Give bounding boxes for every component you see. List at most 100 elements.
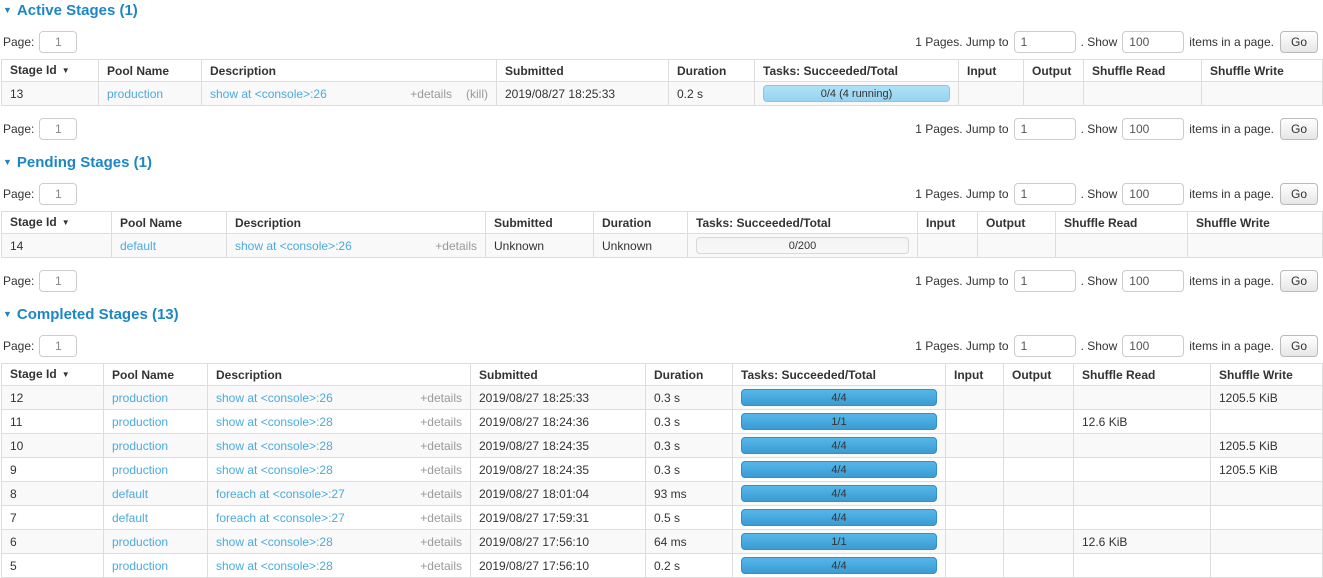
details-toggle-link[interactable]: +details — [420, 463, 462, 477]
column-header-output[interactable]: Output — [1024, 60, 1084, 82]
stage-row: 11productionshow at <console>:28+details… — [2, 410, 1323, 434]
page-number-input[interactable] — [39, 270, 77, 292]
pool-name-link[interactable]: production — [112, 439, 168, 453]
stage-row: 9productionshow at <console>:28+details2… — [2, 458, 1323, 482]
page-number-input[interactable] — [39, 335, 77, 357]
duration-cell: 0.3 s — [646, 410, 733, 434]
stage-description-link[interactable]: show at <console>:28 — [216, 535, 333, 549]
column-header-submitted[interactable]: Submitted — [486, 212, 594, 234]
pool-name-link[interactable]: production — [112, 559, 168, 573]
page-number-input[interactable] — [39, 183, 77, 205]
pool-name-link[interactable]: production — [112, 463, 168, 477]
column-header-shuffle-write[interactable]: Shuffle Write — [1188, 212, 1323, 234]
pending-stages-table: Stage Id▼Pool NameDescriptionSubmittedDu… — [1, 211, 1323, 258]
details-toggle-link[interactable]: +details — [420, 559, 462, 573]
column-header-input[interactable]: Input — [918, 212, 978, 234]
show-items-input[interactable] — [1122, 335, 1184, 357]
jump-to-input[interactable] — [1014, 335, 1076, 357]
jump-to-input[interactable] — [1014, 183, 1076, 205]
column-header-shuffle-read[interactable]: Shuffle Read — [1056, 212, 1188, 234]
column-header-duration[interactable]: Duration — [594, 212, 688, 234]
go-button[interactable]: Go — [1280, 270, 1318, 292]
kill-stage-link[interactable]: (kill) — [466, 87, 488, 101]
column-header-pool-name[interactable]: Pool Name — [112, 212, 227, 234]
column-header-shuffle-write[interactable]: Shuffle Write — [1202, 60, 1323, 82]
submitted-cell: 2019/08/27 17:59:31 — [471, 506, 646, 530]
pool-name-link[interactable]: production — [107, 87, 163, 101]
input-cell — [946, 434, 1004, 458]
column-header-stage-id[interactable]: Stage Id▼ — [2, 60, 99, 82]
details-toggle-link[interactable]: +details — [435, 239, 477, 253]
go-button[interactable]: Go — [1280, 118, 1318, 140]
details-toggle-link[interactable]: +details — [420, 487, 462, 501]
tasks-progress-cell: 4/4 — [733, 386, 946, 410]
details-toggle-link[interactable]: +details — [420, 511, 462, 525]
pool-name-link[interactable]: default — [120, 239, 156, 253]
pool-name-link[interactable]: default — [112, 511, 148, 525]
page-number-input[interactable] — [39, 31, 77, 53]
column-header-pool-name[interactable]: Pool Name — [99, 60, 202, 82]
section-header-completed-stages[interactable]: ▼Completed Stages (13) — [3, 306, 1322, 323]
items-per-page-text: items in a page. — [1189, 339, 1274, 353]
go-button[interactable]: Go — [1280, 183, 1318, 205]
section-header-pending-stages[interactable]: ▼Pending Stages (1) — [3, 154, 1322, 171]
page-number-input[interactable] — [39, 118, 77, 140]
column-header-shuffle-read[interactable]: Shuffle Read — [1084, 60, 1202, 82]
column-header-tasks-succeeded-total[interactable]: Tasks: Succeeded/Total — [755, 60, 959, 82]
pool-name-link[interactable]: production — [112, 535, 168, 549]
column-header-submitted[interactable]: Submitted — [497, 60, 669, 82]
stage-description-link[interactable]: show at <console>:26 — [235, 239, 352, 253]
jump-to-input[interactable] — [1014, 270, 1076, 292]
column-header-stage-id[interactable]: Stage Id▼ — [2, 364, 104, 386]
go-button[interactable]: Go — [1280, 335, 1318, 357]
page-label: Page: — [3, 187, 34, 201]
column-header-shuffle-write[interactable]: Shuffle Write — [1211, 364, 1323, 386]
column-header-duration[interactable]: Duration — [669, 60, 755, 82]
stage-description-link[interactable]: foreach at <console>:27 — [216, 487, 345, 501]
column-header-description[interactable]: Description — [202, 60, 497, 82]
pool-name-link[interactable]: production — [112, 415, 168, 429]
pool-name-link[interactable]: default — [112, 487, 148, 501]
details-toggle-link[interactable]: +details — [420, 415, 462, 429]
column-header-input[interactable]: Input — [946, 364, 1004, 386]
column-header-stage-id[interactable]: Stage Id▼ — [2, 212, 112, 234]
tasks-progress-bar: 4/4 — [741, 557, 937, 574]
column-header-submitted[interactable]: Submitted — [471, 364, 646, 386]
stage-description-link[interactable]: foreach at <console>:27 — [216, 511, 345, 525]
column-header-output[interactable]: Output — [1004, 364, 1074, 386]
column-header-pool-name[interactable]: Pool Name — [104, 364, 208, 386]
stage-description-link[interactable]: show at <console>:28 — [216, 463, 333, 477]
details-toggle-link[interactable]: +details — [420, 439, 462, 453]
tasks-progress-bar: 1/1 — [741, 533, 937, 550]
details-toggle-link[interactable]: +details — [410, 87, 452, 101]
show-items-input[interactable] — [1122, 118, 1184, 140]
show-items-input[interactable] — [1122, 183, 1184, 205]
column-header-description[interactable]: Description — [208, 364, 471, 386]
section-header-active-stages[interactable]: ▼Active Stages (1) — [3, 2, 1322, 19]
column-header-tasks-succeeded-total[interactable]: Tasks: Succeeded/Total — [688, 212, 918, 234]
tasks-progress-cell: 4/4 — [733, 506, 946, 530]
pool-name-link[interactable]: production — [112, 391, 168, 405]
stage-description-link[interactable]: show at <console>:28 — [216, 559, 333, 573]
details-toggle-link[interactable]: +details — [420, 391, 462, 405]
column-header-input[interactable]: Input — [959, 60, 1024, 82]
show-items-input[interactable] — [1122, 31, 1184, 53]
pagination-bar: Page: 1 Pages. Jump to . Show items in a… — [1, 31, 1322, 53]
stage-description-link[interactable]: show at <console>:28 — [216, 439, 333, 453]
column-header-output[interactable]: Output — [978, 212, 1056, 234]
column-header-description[interactable]: Description — [227, 212, 486, 234]
show-items-input[interactable] — [1122, 270, 1184, 292]
column-header-tasks-succeeded-total[interactable]: Tasks: Succeeded/Total — [733, 364, 946, 386]
jump-to-input[interactable] — [1014, 31, 1076, 53]
tasks-progress-cell: 1/1 — [733, 410, 946, 434]
go-button[interactable]: Go — [1280, 31, 1318, 53]
sort-indicator-icon: ▼ — [62, 218, 70, 227]
stage-description-link[interactable]: show at <console>:26 — [210, 87, 327, 101]
details-toggle-link[interactable]: +details — [420, 535, 462, 549]
column-header-duration[interactable]: Duration — [646, 364, 733, 386]
stage-description-link[interactable]: show at <console>:26 — [216, 391, 333, 405]
output-cell — [1004, 482, 1074, 506]
column-header-shuffle-read[interactable]: Shuffle Read — [1074, 364, 1211, 386]
jump-to-input[interactable] — [1014, 118, 1076, 140]
stage-description-link[interactable]: show at <console>:28 — [216, 415, 333, 429]
